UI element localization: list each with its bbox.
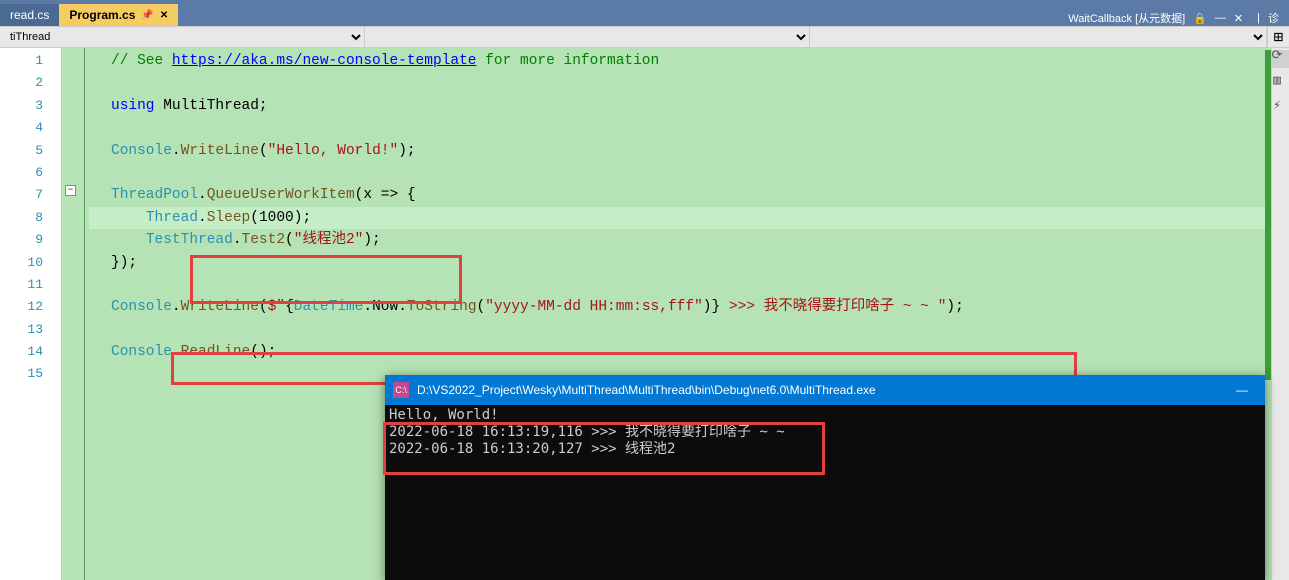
pin-icon[interactable]: 📌	[141, 10, 153, 21]
line-number: 8	[0, 207, 43, 229]
tab-bar: read.cs Program.cs 📌 ✕ WaitCallback [从元数…	[0, 0, 1289, 26]
close-icon[interactable]: ✕	[1234, 12, 1243, 25]
diagnostics-tab[interactable]: 诊	[1268, 10, 1279, 26]
line-number: 12	[0, 296, 43, 318]
waitcallback-tab[interactable]: WaitCallback [从元数据]	[1068, 10, 1185, 26]
line-number: 5	[0, 140, 43, 162]
tab-label: Program.cs	[69, 8, 135, 22]
tab-readcs[interactable]: read.cs	[0, 4, 59, 26]
code-line-6	[89, 162, 1271, 184]
console-body[interactable]: Hello, World!2022-06-18 16:13:19,116 >>>…	[385, 405, 1265, 477]
context-bar: tiThread ⊞	[0, 26, 1289, 48]
code-line-13	[89, 319, 1271, 341]
line-number: 11	[0, 274, 43, 296]
line-number: 15	[0, 363, 43, 385]
console-controls: —	[1219, 375, 1265, 405]
console-title: D:\VS2022_Project\Wesky\MultiThread\Mult…	[417, 383, 876, 397]
minimize-button[interactable]: —	[1219, 375, 1265, 405]
side-toolbar: ⟳ ▥ ⚡	[1265, 48, 1289, 113]
code-margin: −	[62, 48, 85, 580]
context-dropdown-member[interactable]	[810, 27, 1267, 47]
line-number: 3	[0, 95, 43, 117]
code-line-7: ThreadPool.QueueUserWorkItem(x => {	[89, 184, 1271, 206]
line-number: 10	[0, 252, 43, 274]
code-line-9: TestThread.Test2("线程池2");	[89, 229, 1271, 251]
tab-programcs[interactable]: Program.cs 📌 ✕	[59, 4, 178, 26]
lock-icon[interactable]: 🔒	[1193, 12, 1207, 25]
line-number: 2	[0, 72, 43, 94]
right-tab-area: WaitCallback [从元数据] 🔒 — ✕ | 诊	[1068, 10, 1289, 26]
line-number: 6	[0, 162, 43, 184]
code-line-14: Console.ReadLine();	[89, 341, 1271, 363]
code-line-5: Console.WriteLine("Hello, World!");	[89, 140, 1271, 162]
console-window: C:\ D:\VS2022_Project\Wesky\MultiThread\…	[385, 375, 1265, 580]
line-number: 13	[0, 319, 43, 341]
code-line-3: using MultiThread;	[89, 95, 1271, 117]
code-line-8: Thread.Sleep(1000);	[89, 207, 1271, 229]
code-line-12: Console.WriteLine($"{DateTime.Now.ToStri…	[89, 296, 1271, 318]
line-number: 4	[0, 117, 43, 139]
line-gutter: 1 2 3 4 5 6 7 8 9 10 11 12 13 14 15	[0, 48, 62, 580]
collapse-icon[interactable]: −	[65, 185, 76, 196]
vertical-scrollbar[interactable]	[1271, 48, 1289, 580]
minimize-icon[interactable]: —	[1215, 12, 1226, 24]
code-line-4	[89, 117, 1271, 139]
tab-label: read.cs	[10, 8, 49, 22]
line-number: 7	[0, 184, 43, 206]
console-line: 2022-06-18 16:13:20,127 >>> 线程池2	[389, 441, 1261, 458]
line-number: 9	[0, 229, 43, 251]
console-cursor: _	[389, 458, 1261, 475]
code-line-11	[89, 274, 1271, 296]
line-number: 1	[0, 50, 43, 72]
tool-icon[interactable]: ▥	[1273, 73, 1281, 88]
line-number: 14	[0, 341, 43, 363]
console-app-icon: C:\	[393, 382, 409, 398]
context-dropdown-project[interactable]: tiThread	[0, 27, 365, 47]
code-line-10: });	[89, 252, 1271, 274]
close-icon[interactable]: ✕	[160, 10, 168, 21]
console-line: 2022-06-18 16:13:19,116 >>> 我不晓得要打印啥子 ~ …	[389, 424, 1261, 441]
tool-icon[interactable]: ⟳	[1272, 48, 1283, 63]
code-line-2	[89, 72, 1271, 94]
context-dropdown-class[interactable]	[365, 27, 810, 47]
tool-icon[interactable]: ⚡	[1273, 98, 1281, 113]
console-titlebar[interactable]: C:\ D:\VS2022_Project\Wesky\MultiThread\…	[385, 375, 1265, 405]
code-line-1: // See https://aka.ms/new-console-templa…	[89, 50, 1271, 72]
separator: |	[1257, 12, 1260, 24]
split-view-icon[interactable]: ⊞	[1267, 27, 1289, 47]
console-line: Hello, World!	[389, 407, 1261, 424]
